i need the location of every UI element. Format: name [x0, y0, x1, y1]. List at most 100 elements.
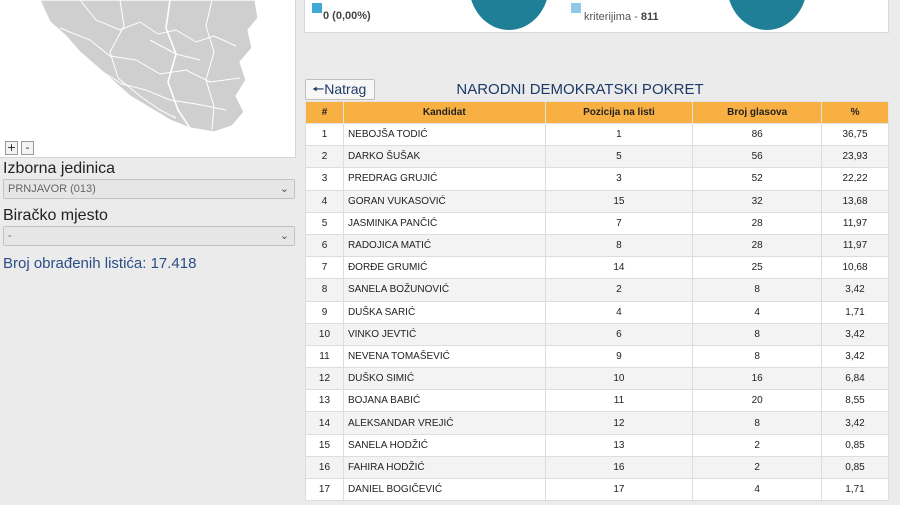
list-position: 10: [544, 367, 694, 391]
vote-count: 4: [692, 477, 823, 502]
list-position: 13: [544, 433, 694, 457]
list-position: 12: [544, 411, 694, 435]
row-number: 5: [305, 211, 344, 235]
unit-select-value: PRNJAVOR (013): [8, 183, 96, 195]
candidate-name: DUŠKA SARIĆ: [342, 300, 546, 324]
candidate-name: NEVENA TOMAŠEVIĆ: [342, 344, 546, 369]
list-position: 11: [544, 389, 694, 413]
vote-percent: 36,75: [821, 122, 889, 147]
list-position: 17: [544, 477, 694, 502]
header-position[interactable]: Pozicija na listi: [544, 101, 694, 124]
row-number: 16: [305, 455, 344, 480]
vote-percent: 11,97: [821, 233, 889, 258]
vote-count: 8: [692, 344, 823, 369]
vote-percent: 13,68: [821, 189, 889, 213]
candidate-name: FAHIRA HODŽIĆ: [342, 455, 546, 480]
candidate-name: GORAN VUKASOVIĆ: [342, 189, 546, 213]
stats-strip: 0 (0,00%) kriterijima - 811: [304, 0, 889, 33]
chevron-down-icon: ⌄: [279, 183, 289, 195]
legend-square: [312, 3, 322, 13]
table-row: 15 SANELA HODŽIĆ 13 2 0,85: [305, 433, 889, 457]
vote-count: 52: [692, 167, 823, 191]
candidate-name: VINKO JEVTIĆ: [342, 322, 546, 346]
vote-percent: 8,55: [821, 389, 889, 413]
vote-count: 32: [692, 189, 823, 213]
header-votes[interactable]: Broj glasova: [692, 101, 823, 124]
list-position: 16: [544, 455, 694, 480]
header-candidate[interactable]: Kandidat: [342, 101, 546, 124]
back-button[interactable]: 🠔Natrag: [305, 79, 375, 100]
vote-percent: 22,22: [821, 167, 889, 191]
vote-percent: 11,97: [821, 211, 889, 235]
list-position: 14: [544, 256, 694, 280]
map-panel[interactable]: + -: [0, 0, 296, 158]
station-label: Biračko mjesto: [3, 207, 108, 224]
vote-count: 4: [692, 300, 823, 324]
candidate-name: DUŠKO SIMIĆ: [342, 367, 546, 391]
vote-percent: 3,42: [821, 411, 889, 435]
table-row: 2 DARKO ŠUŠAK 5 56 23,93: [305, 145, 889, 169]
vote-count: 8: [692, 278, 823, 302]
party-title: NARODNI DEMOKRATSKI POKRET: [456, 81, 704, 98]
list-position: 3: [544, 167, 694, 191]
list-position: 9: [544, 344, 694, 369]
row-number: 7: [305, 256, 344, 280]
candidate-name: BOJANA BABIĆ: [342, 389, 546, 413]
list-position: 2: [544, 278, 694, 302]
vote-percent: 1,71: [821, 477, 889, 502]
vote-percent: 10,68: [821, 256, 889, 280]
candidate-name: DANIEL BOGIČEVIĆ: [342, 477, 546, 502]
list-position: 8: [544, 233, 694, 258]
pie-chart-left: [469, 0, 549, 30]
vote-percent: 1,71: [821, 300, 889, 324]
table-row: 13 BOJANA BABIĆ 11 20 8,55: [305, 389, 889, 413]
header-number[interactable]: #: [305, 101, 344, 124]
list-position: 6: [544, 322, 694, 346]
zoom-out-button[interactable]: -: [21, 141, 34, 155]
arrow-left-icon: 🠔: [312, 81, 325, 97]
chevron-down-icon: ⌄: [279, 230, 289, 242]
vote-percent: 3,42: [821, 278, 889, 302]
table-row: 3 PREDRAG GRUJIĆ 3 52 22,22: [305, 167, 889, 191]
vote-count: 8: [692, 322, 823, 346]
row-number: 15: [305, 433, 344, 457]
vote-count: 8: [692, 411, 823, 435]
list-position: 1: [544, 122, 694, 147]
table-row: 6 RADOJICA MATIĆ 8 28 11,97: [305, 233, 889, 258]
list-position: 15: [544, 189, 694, 213]
vote-percent: 0,85: [821, 455, 889, 480]
candidate-name: NEBOJŠA TODIĆ: [342, 122, 546, 147]
table-row: 14 ALEKSANDAR VREJIĆ 12 8 3,42: [305, 411, 889, 435]
candidate-name: ĐORĐE GRUMIĆ: [342, 256, 546, 280]
unit-label: Izborna jedinica: [3, 160, 116, 177]
region-map[interactable]: [0, 0, 296, 158]
station-select[interactable]: - ⌄: [3, 226, 295, 246]
vote-count: 25: [692, 256, 823, 280]
header-percent[interactable]: %: [821, 101, 889, 124]
table-row: 1 NEBOJŠA TODIĆ 1 86 36,75: [305, 122, 889, 147]
row-number: 1: [305, 122, 344, 147]
candidate-name: DARKO ŠUŠAK: [342, 145, 546, 169]
list-position: 4: [544, 300, 694, 324]
table-header-row: # Kandidat Pozicija na listi Broj glasov…: [305, 101, 889, 124]
table-row: 16 FAHIRA HODŽIĆ 16 2 0,85: [305, 455, 889, 480]
candidate-results-table: # Kandidat Pozicija na listi Broj glasov…: [305, 101, 889, 502]
table-row: 11 NEVENA TOMAŠEVIĆ 9 8 3,42: [305, 344, 889, 369]
zoom-in-button[interactable]: +: [5, 141, 18, 155]
table-row: 12 DUŠKO SIMIĆ 10 16 6,84: [305, 367, 889, 391]
table-row: 10 VINKO JEVTIĆ 6 8 3,42: [305, 322, 889, 346]
row-number: 11: [305, 344, 344, 369]
vote-percent: 6,84: [821, 367, 889, 391]
table-row: 7 ĐORĐE GRUMIĆ 14 25 10,68: [305, 256, 889, 280]
vote-count: 28: [692, 233, 823, 258]
stat-right: kriterijima - 811: [584, 11, 659, 23]
list-position: 5: [544, 145, 694, 169]
table-row: 8 SANELA BOŽUNOVIĆ 2 8 3,42: [305, 278, 889, 302]
row-number: 10: [305, 322, 344, 346]
table-row: 9 DUŠKA SARIĆ 4 4 1,71: [305, 300, 889, 324]
candidate-name: RADOJICA MATIĆ: [342, 233, 546, 258]
processed-ballots-count: Broj obrađenih listića: 17.418: [3, 255, 197, 272]
unit-select[interactable]: PRNJAVOR (013) ⌄: [3, 179, 295, 199]
vote-count: 56: [692, 145, 823, 169]
table-row: 4 GORAN VUKASOVIĆ 15 32 13,68: [305, 189, 889, 213]
